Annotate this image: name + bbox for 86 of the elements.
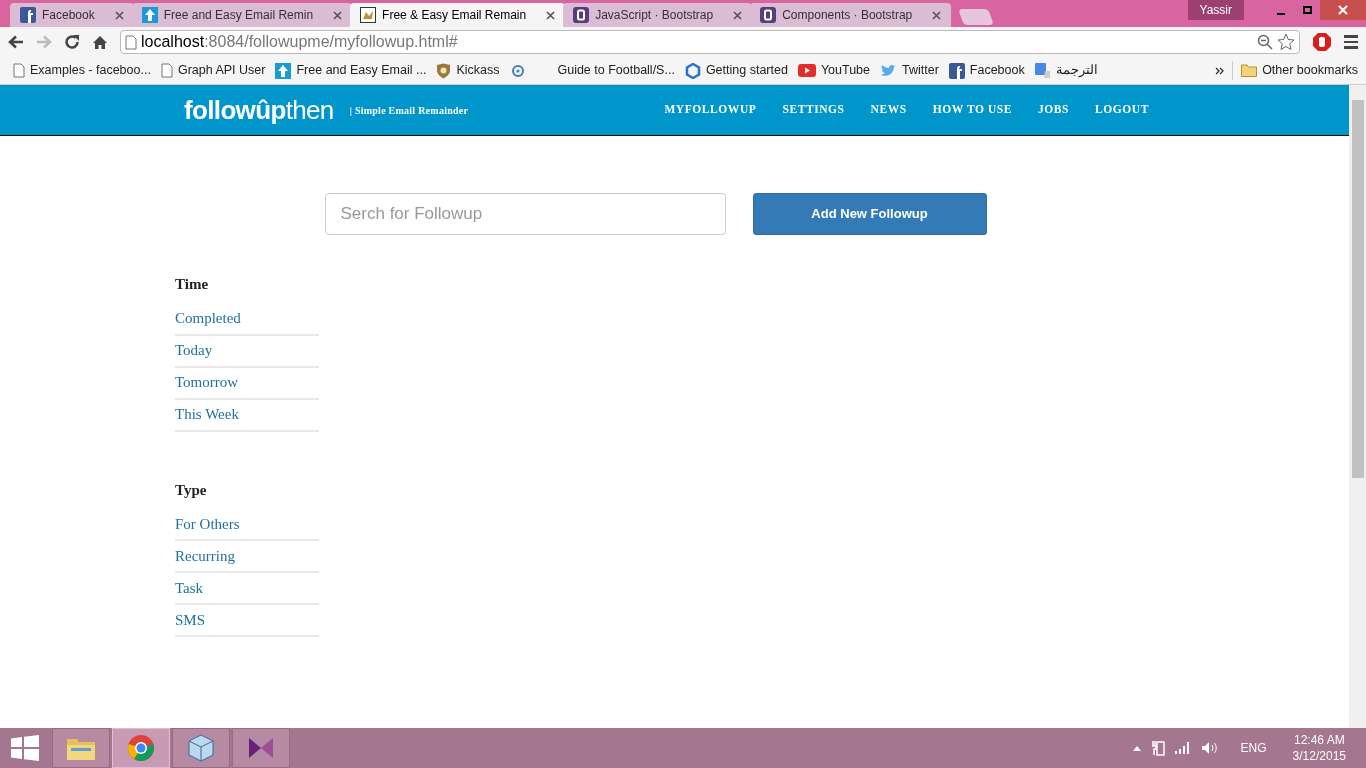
browser-tab[interactable]: Free and Easy Email Remin — [131, 3, 353, 27]
add-followup-button[interactable]: Add New Followup — [752, 193, 987, 235]
up-arrow-icon — [141, 7, 158, 23]
show-hidden-icons[interactable] — [1132, 745, 1141, 751]
search-field[interactable]: Serch for Followup — [324, 193, 726, 235]
filter-link[interactable]: Completed — [175, 303, 319, 336]
close-icon[interactable] — [733, 10, 743, 20]
menu-icon[interactable] — [1344, 35, 1358, 49]
bookmark[interactable]: YouTube — [792, 61, 875, 80]
youtube-icon — [797, 64, 816, 77]
bookmark[interactable]: Guide to Football/S... — [552, 61, 680, 80]
taskbar-app[interactable] — [172, 728, 230, 768]
tab-title: Facebook — [42, 7, 95, 24]
battery-icon[interactable] — [1150, 740, 1165, 756]
browser-tab[interactable]: Facebook — [10, 3, 134, 27]
browser-tab[interactable]: JavaScript · Bootstrap — [563, 3, 753, 27]
home-icon[interactable] — [92, 34, 108, 50]
address-bar[interactable]: localhost:8084/followupme/myfollowup.html# — [120, 30, 1300, 54]
bookmark[interactable]: الترجمة — [1029, 61, 1103, 80]
filter-link[interactable]: SMS — [175, 605, 319, 637]
bookmark[interactable]: Kickass — [431, 61, 505, 80]
bookmark[interactable]: Graph API User — [155, 61, 271, 80]
clock[interactable]: 12:46 AM 3/12/2015 — [1292, 732, 1346, 764]
zoom-icon[interactable] — [1257, 34, 1273, 50]
page-icon — [13, 63, 25, 78]
star-icon[interactable] — [1277, 33, 1295, 51]
close-icon[interactable] — [114, 10, 124, 20]
language-indicator[interactable]: ENG — [1240, 739, 1267, 757]
close-icon[interactable] — [333, 10, 343, 20]
profile-name[interactable]: Yassir — [1187, 0, 1244, 20]
bookmarks-overflow-icon[interactable] — [1215, 66, 1225, 75]
scrollbar[interactable] — [1349, 85, 1366, 728]
bookmark[interactable]: Facebook — [943, 61, 1030, 80]
filter-link[interactable]: Task — [175, 573, 319, 605]
filter-link[interactable]: Recurring — [175, 541, 319, 573]
filter-link[interactable]: This Week — [175, 399, 319, 432]
bookmark[interactable]: Twitter — [875, 61, 944, 80]
windows-logo-icon[interactable] — [11, 735, 39, 761]
close-window-button[interactable] — [1320, 0, 1366, 20]
bird-icon — [880, 63, 897, 78]
bookmark[interactable]: Free and Easy Email ... — [270, 61, 432, 80]
nav-link[interactable]: NEWS — [870, 101, 907, 119]
taskbar-app[interactable] — [232, 728, 290, 768]
nav-link[interactable]: SETTINGS — [782, 101, 845, 119]
close-icon[interactable] — [932, 10, 942, 20]
close-icon[interactable] — [546, 10, 556, 20]
facebook-icon — [948, 62, 965, 79]
back-icon[interactable] — [8, 35, 24, 49]
tab-title: Free and Easy Email Remin — [163, 7, 314, 24]
taskbar-app[interactable] — [112, 728, 170, 768]
nav-link[interactable]: JOBS — [1038, 101, 1070, 119]
bookmark[interactable]: Examples - faceboo... — [8, 61, 156, 80]
page-icon — [125, 34, 137, 50]
close-icon — [1338, 5, 1348, 15]
filter-heading: Time — [175, 275, 210, 294]
site-tagline: | Simple Email Remainder — [349, 103, 469, 118]
filter-link[interactable]: For Others — [175, 509, 319, 541]
nav-link[interactable]: LOGOUT — [1095, 101, 1149, 119]
reload-icon[interactable] — [64, 34, 80, 50]
translate-icon — [1034, 62, 1051, 79]
url-text: localhost:8084/followupme/myfollowup.html# — [141, 32, 458, 52]
nav-link[interactable]: MYFOLLOWUP — [664, 101, 757, 119]
tab-title: Free & Easy Email Remain — [382, 7, 527, 24]
shield-icon — [436, 62, 452, 79]
site-logo[interactable]: followûpthen — [184, 90, 334, 130]
facebook-icon — [20, 7, 36, 23]
other-bookmarks[interactable]: Other bookmarks — [1232, 61, 1358, 80]
tab-title: Components · Bootstrap — [782, 7, 913, 24]
taskbar-app[interactable] — [52, 728, 110, 768]
tab-title: JavaScript · Bootstrap — [595, 7, 714, 24]
bookmark[interactable]: Getting started — [679, 61, 793, 80]
speaker-icon[interactable] — [1200, 741, 1219, 755]
signal-icon[interactable] — [1174, 742, 1191, 754]
filter-link[interactable]: Tomorrow — [175, 367, 319, 400]
browser-tab[interactable]: Free & Easy Email Remain — [350, 3, 566, 27]
stop-hand-icon[interactable] — [1312, 32, 1332, 52]
folder-icon — [1241, 64, 1258, 77]
filter-link[interactable]: Today — [175, 335, 319, 368]
hexagon-icon — [684, 62, 701, 79]
filter-heading: Type — [175, 480, 208, 500]
browser-tab[interactable]: Components · Bootstrap — [750, 3, 952, 27]
cube-icon — [187, 733, 215, 763]
chrome-icon — [127, 734, 155, 762]
up-arrow-icon — [275, 62, 292, 79]
page-icon — [160, 63, 173, 78]
nav-link[interactable]: HOW TO USE — [932, 101, 1012, 119]
